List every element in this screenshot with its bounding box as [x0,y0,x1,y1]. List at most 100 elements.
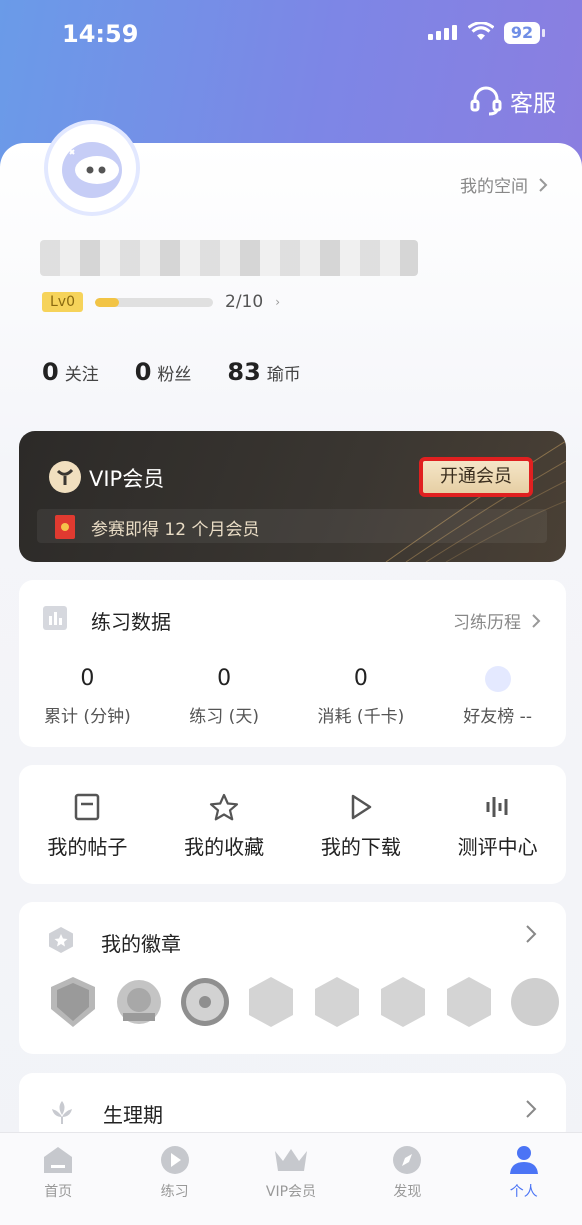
customer-service-button[interactable]: 客服 [470,84,556,118]
badge-hexagon-icon [381,977,425,1027]
bottom-tab-bar: 首页 练习 VIP会员 发现 个人 [0,1132,582,1225]
wifi-icon [468,22,494,40]
badge-item[interactable] [47,974,99,1030]
level-progress-fill [95,297,119,307]
tab-label: VIP会员 [265,1184,317,1200]
play-circle-icon [160,1146,189,1174]
friends-leaderboard[interactable]: 好友榜 -- [429,666,566,727]
stat-following[interactable]: 0 关注 [42,358,99,386]
stat-label: 粉丝 [157,365,192,385]
my-space-link[interactable]: 我的空间 [460,172,548,197]
username-blurred [40,240,418,276]
my-favorites-button[interactable]: 我的收藏 [156,793,293,860]
battery-indicator: 92 [504,22,545,44]
chevron-right-icon [539,177,548,192]
tab-practice[interactable]: 练习 [116,1133,232,1225]
stat-label: 好友榜 -- [463,707,532,727]
chevron-right-icon [526,1100,537,1118]
practice-stat-calories[interactable]: 0 消耗 (千卡) [293,666,430,727]
stat-value: 0 [80,666,95,691]
practice-history-link[interactable]: 习练历程 [453,608,541,633]
red-packet-icon [55,515,75,539]
practice-stat-minutes[interactable]: 0 累计 (分钟) [19,666,156,727]
chevron-right-icon: › [275,295,280,309]
stat-followers[interactable]: 0 粉丝 [135,358,192,386]
stat-value: 0 [217,666,232,691]
tab-label: 发现 [393,1184,422,1200]
level-row[interactable]: Lv0 2/10 › [42,292,280,312]
tab-vip[interactable]: VIP会员 [233,1133,349,1225]
badge-hexagon-icon [49,927,73,953]
chevron-right-icon [526,925,537,943]
stat-label: 瑜币 [266,365,301,385]
my-downloads-button[interactable]: 我的下载 [293,793,430,860]
badge-item[interactable] [179,974,231,1030]
stat-label: 消耗 (千卡) [317,707,405,727]
stat-value: 0 [42,358,59,386]
badge-hexagon-icon [315,977,359,1027]
play-triangle-icon [351,794,372,820]
status-bar: 14:59 92 [0,0,582,70]
stat-coins[interactable]: 83 瑜币 [227,358,300,386]
assessment-center-label: 测评中心 [457,835,538,859]
status-time: 14:59 [62,20,139,48]
crown-icon [274,1149,307,1171]
badge-hexagon-icon [249,977,293,1027]
badge-hexagon-icon [447,977,491,1027]
period-title: 生理期 [103,1103,163,1127]
level-count: 2/10 [225,292,264,312]
stat-value: 0 [353,666,368,691]
vip-promo-text: 参赛即得 12 个月会员 [91,520,260,540]
avatar-mascot-icon [62,142,122,198]
bar-chart-icon [43,606,67,630]
compass-icon [393,1146,422,1174]
chevron-right-icon [532,613,541,628]
person-icon [509,1146,538,1174]
badge-item[interactable] [245,974,297,1030]
customer-service-label: 客服 [510,91,556,117]
badge-round-icon [511,978,559,1026]
badge-item[interactable] [113,974,165,1030]
stat-value: 83 [227,358,261,386]
vip-card[interactable]: VIP会员 开通会员 参赛即得 12 个月会员 [19,431,566,562]
sound-bars-icon [486,797,508,817]
quick-actions-card: 我的帖子 我的收藏 我的下载 测评中心 [19,765,566,884]
user-avatar[interactable] [44,120,140,216]
stat-label: 关注 [64,365,99,385]
headset-icon [470,86,502,116]
tab-label: 练习 [160,1184,189,1200]
practice-stats: 0 累计 (分钟) 0 练习 (天) 0 消耗 (千卡) 好友榜 -- [19,666,566,727]
history-label: 习练历程 [453,613,521,633]
tab-label: 首页 [44,1184,73,1200]
my-space-label: 我的空间 [460,177,528,197]
vip-logo-icon [49,461,81,493]
badge-round-icon [181,978,229,1026]
my-downloads-label: 我的下载 [320,835,401,859]
stat-value: 0 [134,358,152,386]
badge-item[interactable] [509,974,561,1030]
practice-stat-days[interactable]: 0 练习 (天) [156,666,293,727]
quick-actions: 我的帖子 我的收藏 我的下载 测评中心 [19,793,566,860]
lotus-icon [52,1101,72,1124]
practice-data-card[interactable]: 练习数据 习练历程 0 累计 (分钟) 0 练习 (天) 0 消耗 (千卡) 好… [19,580,566,747]
stat-label: 累计 (分钟) [44,707,131,727]
star-icon [210,793,239,821]
badge-item[interactable] [311,974,363,1030]
document-icon [75,793,100,821]
badge-item[interactable] [443,974,495,1030]
my-posts-button[interactable]: 我的帖子 [19,793,156,860]
stat-label: 练习 (天) [189,707,259,727]
my-favorites-label: 我的收藏 [184,835,265,859]
tab-discover[interactable]: 发现 [349,1133,465,1225]
home-icon [44,1147,73,1173]
tab-profile[interactable]: 个人 [466,1133,582,1225]
tab-home[interactable]: 首页 [0,1133,116,1225]
badges-card[interactable]: 我的徽章 [19,902,566,1054]
vip-title: VIP会员 [89,467,165,491]
assessment-center-button[interactable]: 测评中心 [429,793,566,860]
profile-stats: 0 关注 0 粉丝 83 瑜币 [42,358,301,386]
cellular-signal-icon [428,25,457,40]
friend-avatar [429,666,566,696]
open-vip-button[interactable]: 开通会员 [419,457,533,497]
badge-item[interactable] [377,974,429,1030]
